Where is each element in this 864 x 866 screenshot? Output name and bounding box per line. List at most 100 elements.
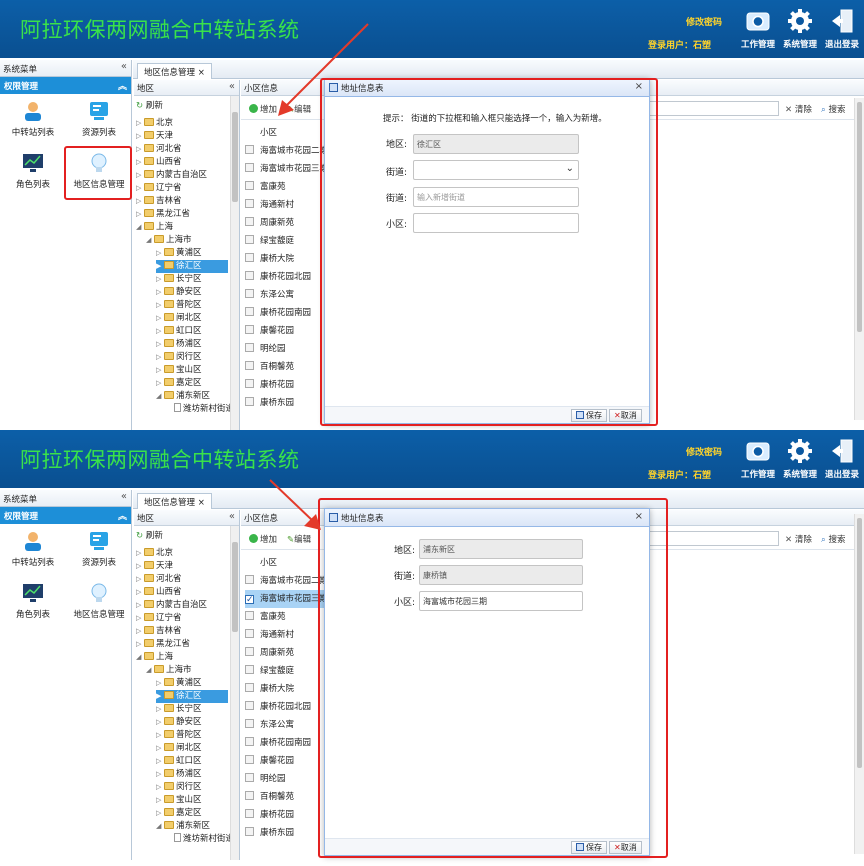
table-row[interactable]: 海通新村 bbox=[245, 196, 325, 214]
table-row[interactable]: 周康新苑 bbox=[245, 214, 325, 232]
tree-node[interactable]: ▷ 虹口区 bbox=[156, 325, 202, 338]
tree-node[interactable]: ▷ 长宁区 bbox=[156, 273, 202, 286]
row-checkbox[interactable] bbox=[245, 611, 254, 620]
row-checkbox[interactable] bbox=[245, 701, 254, 710]
tree-node[interactable]: ▷ 普陀区 bbox=[156, 729, 202, 742]
table-row[interactable]: 康桥大院 bbox=[245, 250, 325, 268]
tree-node[interactable]: ▷ 黄浦区 bbox=[156, 677, 202, 690]
tree-node[interactable]: ▷ 河北省 bbox=[136, 573, 182, 586]
system-management-button[interactable]: 系统管理 bbox=[780, 436, 820, 486]
collapse-icon[interactable]: « bbox=[121, 491, 127, 502]
row-checkbox[interactable] bbox=[245, 271, 254, 280]
tree-node[interactable]: ◢ 浦东新区 bbox=[156, 390, 210, 403]
table-row[interactable]: 康桥花园南园 bbox=[245, 304, 325, 322]
row-checkbox[interactable] bbox=[245, 379, 254, 388]
table-row[interactable]: 海富城市花园二期 bbox=[245, 142, 325, 160]
tree-node-selected[interactable]: ▶ 徐汇区 bbox=[156, 260, 228, 273]
tree-node[interactable]: ◢ 浦东新区 bbox=[156, 820, 210, 833]
tree-node[interactable]: ▷ 宝山区 bbox=[156, 364, 202, 377]
row-checkbox[interactable] bbox=[245, 343, 254, 352]
collapse-icon[interactable]: « bbox=[229, 81, 235, 92]
chevron-up-icon[interactable]: ︽ bbox=[118, 509, 127, 522]
work-management-button[interactable]: 工作管理 bbox=[738, 6, 778, 56]
tree-node[interactable]: ▷ 内蒙古自治区 bbox=[136, 599, 207, 612]
close-icon[interactable]: × bbox=[198, 498, 205, 508]
tree-node[interactable]: ▷ 静安区 bbox=[156, 716, 202, 729]
search-button[interactable]: ⌕ 搜索 bbox=[821, 533, 845, 545]
tree-node[interactable]: ▷ 嘉定区 bbox=[156, 807, 202, 820]
row-checkbox[interactable] bbox=[245, 397, 254, 406]
clear-button[interactable]: ✕ 清除 bbox=[785, 103, 812, 115]
tree-node[interactable]: ▷ 长宁区 bbox=[156, 703, 202, 716]
page-scrollbar[interactable] bbox=[854, 98, 864, 420]
tree-node[interactable]: ▷ 辽宁省 bbox=[136, 612, 182, 625]
tree-node[interactable]: ▷ 黑龙江省 bbox=[136, 208, 190, 221]
logout-button[interactable]: 退出登录 bbox=[822, 436, 862, 486]
tree-node[interactable]: ▷ 杨浦区 bbox=[156, 768, 202, 781]
row-checkbox[interactable] bbox=[245, 361, 254, 370]
tree-node[interactable]: ▷ 吉林省 bbox=[136, 195, 182, 208]
row-checkbox[interactable] bbox=[245, 737, 254, 746]
row-checkbox[interactable] bbox=[245, 235, 254, 244]
table-row[interactable]: 明纶园 bbox=[245, 340, 325, 358]
row-checkbox[interactable] bbox=[245, 791, 254, 800]
table-row-selected[interactable]: 海富城市花园三期 bbox=[245, 590, 325, 608]
table-row[interactable]: 百桐馨苑 bbox=[245, 788, 325, 806]
tree-scrollbar[interactable] bbox=[230, 526, 239, 860]
tree-node-selected[interactable]: ▶ 徐汇区 bbox=[156, 690, 228, 703]
sidebar-item-station-list[interactable]: 中转站列表 bbox=[2, 530, 64, 568]
tree-node[interactable]: ▷ 吉林省 bbox=[136, 625, 182, 638]
row-checkbox[interactable] bbox=[245, 217, 254, 226]
row-checkbox[interactable] bbox=[245, 665, 254, 674]
table-row[interactable]: 富康苑 bbox=[245, 178, 325, 196]
tree-node[interactable]: ▷ 天津 bbox=[136, 130, 173, 143]
row-checkbox[interactable] bbox=[245, 325, 254, 334]
table-row[interactable]: 康桥花园北园 bbox=[245, 268, 325, 286]
tree-node[interactable]: 潍坊新村街道 bbox=[166, 833, 234, 846]
table-row[interactable]: 康桥花园南园 bbox=[245, 734, 325, 752]
tree-refresh-button[interactable]: ↻ 刷新 bbox=[136, 530, 163, 543]
sidebar-section-permissions[interactable]: 权限管理 ︽ bbox=[0, 507, 131, 524]
page-scrollbar[interactable] bbox=[854, 514, 864, 854]
table-row[interactable]: 康馨花园 bbox=[245, 322, 325, 340]
tree-node[interactable]: ◢ 上海市 bbox=[146, 664, 192, 677]
tree-node[interactable]: 潍坊新村街道 bbox=[166, 403, 234, 416]
table-row[interactable]: 康桥花园 bbox=[245, 806, 325, 824]
edit-button[interactable]: ✎编辑 bbox=[287, 533, 311, 545]
row-checkbox[interactable] bbox=[245, 253, 254, 262]
row-checkbox[interactable] bbox=[245, 719, 254, 728]
row-checkbox[interactable] bbox=[245, 683, 254, 692]
row-checkbox[interactable] bbox=[245, 755, 254, 764]
tree-node[interactable]: ▷ 嘉定区 bbox=[156, 377, 202, 390]
add-button[interactable]: 增加 bbox=[249, 103, 277, 115]
close-icon[interactable]: × bbox=[198, 68, 205, 78]
sidebar-item-resource-list[interactable]: 资源列表 bbox=[68, 530, 130, 568]
tree-node[interactable]: ▷ 杨浦区 bbox=[156, 338, 202, 351]
tree-node[interactable]: ◢ 上海 bbox=[136, 221, 173, 234]
tree-node[interactable]: ▷ 闸北区 bbox=[156, 742, 202, 755]
collapse-icon[interactable]: « bbox=[121, 61, 127, 72]
system-management-button[interactable]: 系统管理 bbox=[780, 6, 820, 56]
row-checkbox[interactable] bbox=[245, 575, 254, 584]
table-row[interactable]: 绿宝馥庭 bbox=[245, 662, 325, 680]
table-row[interactable]: 东泽公寓 bbox=[245, 286, 325, 304]
search-input[interactable] bbox=[641, 101, 779, 116]
tree-refresh-button[interactable]: ↻ 刷新 bbox=[136, 100, 163, 113]
table-row[interactable]: 康桥花园 bbox=[245, 376, 325, 394]
tree-node[interactable]: ▷ 虹口区 bbox=[156, 755, 202, 768]
add-button[interactable]: 增加 bbox=[249, 533, 277, 545]
work-management-button[interactable]: 工作管理 bbox=[738, 436, 778, 486]
sidebar-item-role-list[interactable]: 角色列表 bbox=[2, 582, 64, 620]
row-checkbox[interactable] bbox=[245, 827, 254, 836]
tree-node[interactable]: ▷ 天津 bbox=[136, 560, 173, 573]
tab-region-management[interactable]: 地区信息管理 × bbox=[137, 63, 212, 79]
sidebar-item-resource-list[interactable]: 资源列表 bbox=[68, 100, 130, 138]
table-row[interactable]: 富康苑 bbox=[245, 608, 325, 626]
edit-button[interactable]: ✎编辑 bbox=[287, 103, 311, 115]
tree-node[interactable]: ▷ 内蒙古自治区 bbox=[136, 169, 207, 182]
sidebar-item-station-list[interactable]: 中转站列表 bbox=[2, 100, 64, 138]
table-row[interactable]: 东泽公寓 bbox=[245, 716, 325, 734]
tree-node[interactable]: ▷ 静安区 bbox=[156, 286, 202, 299]
tree-node[interactable]: ◢ 上海市 bbox=[146, 234, 192, 247]
tree-node[interactable]: ▷ 山西省 bbox=[136, 156, 182, 169]
